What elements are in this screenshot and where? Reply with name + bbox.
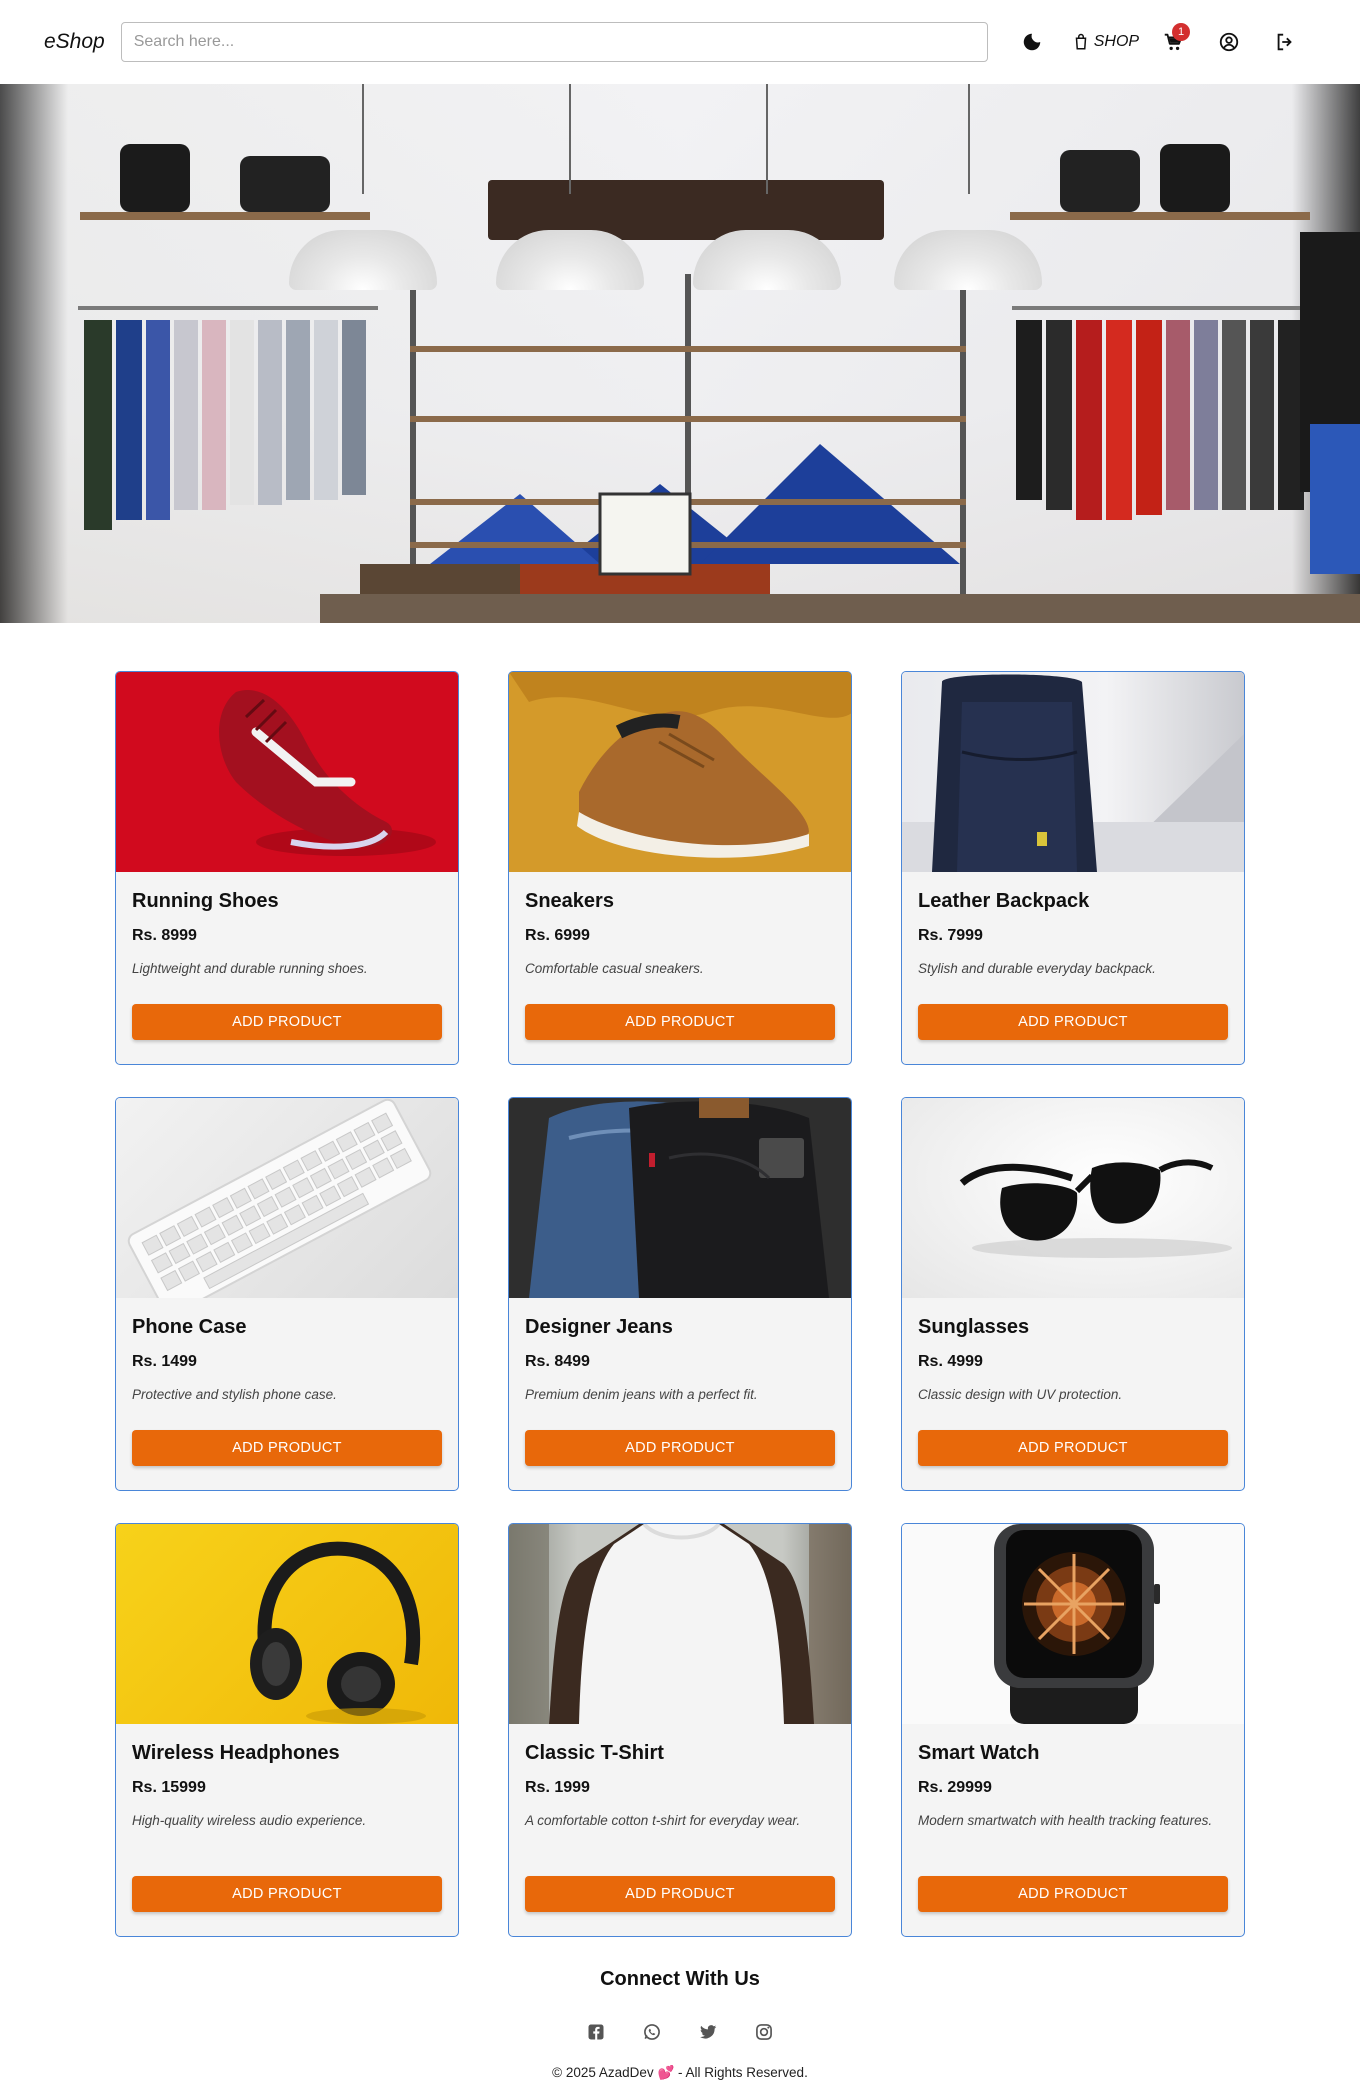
footer-title: Connect With Us bbox=[600, 1968, 760, 1990]
add-product-button[interactable]: ADD PRODUCT bbox=[918, 1876, 1228, 1912]
product-name: Smart Watch bbox=[918, 1742, 1040, 1764]
pendant-lamp bbox=[693, 230, 841, 290]
pendant-lamp bbox=[496, 230, 644, 290]
product-card: Smart Watch Rs. 29999 Modern smartwatch … bbox=[901, 1523, 1245, 1937]
product-price: Rs. 1499 bbox=[132, 1353, 197, 1370]
product-description: Modern smartwatch with health tracking f… bbox=[918, 1813, 1213, 1828]
product-image-designer-jeans bbox=[509, 1098, 851, 1298]
lamp-cord bbox=[569, 84, 571, 194]
product-description: A comfortable cotton t-shirt for everyda… bbox=[525, 1813, 801, 1828]
cart-button[interactable]: 1 bbox=[1153, 22, 1193, 62]
hero-decor bbox=[78, 144, 1360, 623]
hero-banner-image bbox=[0, 84, 1360, 623]
product-name: Running Shoes bbox=[132, 890, 279, 912]
copyright-prefix: © 2025 AzadDev bbox=[552, 2065, 654, 2080]
product-name: Sneakers bbox=[525, 890, 614, 912]
product-card: Designer Jeans Rs. 8499 Premium denim je… bbox=[508, 1097, 852, 1491]
whatsapp-link[interactable] bbox=[641, 2021, 663, 2043]
product-name: Leather Backpack bbox=[918, 890, 1090, 912]
product-image-leather-backpack bbox=[902, 672, 1244, 872]
product-description: Protective and stylish phone case. bbox=[132, 1387, 337, 1402]
product-description: Lightweight and durable running shoes. bbox=[132, 961, 368, 976]
whatsapp-icon bbox=[644, 2024, 660, 2040]
product-image-running-shoes bbox=[116, 672, 458, 872]
instagram-link[interactable] bbox=[753, 2021, 775, 2043]
cart-count-badge: 1 bbox=[1172, 23, 1191, 41]
product-grid: Running Shoes Rs. 8999 Lightweight and d… bbox=[115, 671, 1246, 1937]
product-price: Rs. 29999 bbox=[918, 1779, 992, 1796]
search-input[interactable] bbox=[120, 22, 988, 62]
product-name: Sunglasses bbox=[918, 1316, 1030, 1338]
product-name: Classic T-Shirt bbox=[525, 1742, 664, 1764]
instagram-icon bbox=[756, 2024, 772, 2040]
account-circle-icon bbox=[1219, 32, 1239, 52]
product-description: Classic design with UV protection. bbox=[918, 1387, 1123, 1402]
product-image-classic-tshirt bbox=[509, 1524, 851, 1724]
product-card: Leather Backpack Rs. 7999 Stylish and du… bbox=[901, 671, 1245, 1065]
product-image-sunglasses bbox=[902, 1098, 1244, 1298]
nav-icons: SHOP 1 bbox=[1004, 22, 1305, 62]
add-product-button[interactable]: ADD PRODUCT bbox=[132, 1876, 442, 1912]
add-product-button[interactable]: ADD PRODUCT bbox=[918, 1430, 1228, 1466]
lamp-cord bbox=[968, 84, 970, 194]
twitter-icon bbox=[700, 2025, 717, 2039]
product-image-sneakers bbox=[509, 672, 851, 872]
product-price: Rs. 6999 bbox=[525, 927, 590, 944]
account-button[interactable] bbox=[1209, 22, 1249, 62]
shopping-bag-icon bbox=[1075, 33, 1087, 50]
heart-icon: 💕 bbox=[657, 2065, 675, 2080]
logo[interactable]: eShop bbox=[44, 30, 105, 54]
shop-link[interactable]: SHOP bbox=[1072, 33, 1139, 51]
add-product-button[interactable]: ADD PRODUCT bbox=[132, 1430, 442, 1466]
product-description: Stylish and durable everyday backpack. bbox=[918, 961, 1156, 976]
add-product-button[interactable]: ADD PRODUCT bbox=[918, 1004, 1228, 1040]
pendant-lamp bbox=[894, 230, 1042, 290]
facebook-link[interactable] bbox=[585, 2021, 607, 2043]
copyright: © 2025 AzadDev 💕 - All Rights Reserved. bbox=[0, 2065, 1360, 2081]
product-description: Comfortable casual sneakers. bbox=[525, 961, 704, 976]
lamp-cord bbox=[766, 84, 768, 194]
social-links bbox=[0, 2021, 1360, 2043]
product-description: High-quality wireless audio experience. bbox=[132, 1813, 367, 1828]
product-image-wireless-headphones bbox=[116, 1524, 458, 1724]
product-card: Phone Case Rs. 1499 Protective and styli… bbox=[115, 1097, 459, 1491]
product-price: Rs. 4999 bbox=[918, 1353, 983, 1370]
shop-label: SHOP bbox=[1093, 33, 1140, 50]
facebook-icon bbox=[588, 2024, 604, 2040]
moon-icon bbox=[1023, 33, 1040, 51]
lamp-cord bbox=[362, 84, 364, 194]
logout-icon bbox=[1277, 33, 1292, 51]
product-name: Phone Case bbox=[132, 1316, 247, 1338]
product-card: Classic T-Shirt Rs. 1999 A comfortable c… bbox=[508, 1523, 852, 1937]
copyright-suffix: - All Rights Reserved. bbox=[678, 2065, 808, 2080]
product-price: Rs. 7999 bbox=[918, 927, 983, 944]
twitter-link[interactable] bbox=[697, 2021, 719, 2043]
dark-mode-toggle[interactable] bbox=[1012, 22, 1052, 62]
product-name: Designer Jeans bbox=[525, 1316, 673, 1338]
logout-button[interactable] bbox=[1265, 22, 1305, 62]
product-card: Running Shoes Rs. 8999 Lightweight and d… bbox=[115, 671, 459, 1065]
add-product-button[interactable]: ADD PRODUCT bbox=[525, 1004, 835, 1040]
footer: Connect With Us © 2025 AzadDev 💕 - All R… bbox=[0, 1968, 1360, 2081]
product-price: Rs. 8999 bbox=[132, 927, 197, 944]
product-name: Wireless Headphones bbox=[132, 1742, 340, 1764]
product-image-phone-case bbox=[116, 1098, 458, 1298]
product-description: Premium denim jeans with a perfect fit. bbox=[525, 1387, 758, 1402]
product-card: Sneakers Rs. 6999 Comfortable casual sne… bbox=[508, 671, 852, 1065]
add-product-button[interactable]: ADD PRODUCT bbox=[525, 1876, 835, 1912]
add-product-button[interactable]: ADD PRODUCT bbox=[525, 1430, 835, 1466]
product-price: Rs. 8499 bbox=[525, 1353, 590, 1370]
add-product-button[interactable]: ADD PRODUCT bbox=[132, 1004, 442, 1040]
app-header: eShop SHOP 1 bbox=[0, 0, 1360, 84]
product-card: Wireless Headphones Rs. 15999 High-quali… bbox=[115, 1523, 459, 1937]
product-price: Rs. 1999 bbox=[525, 1779, 590, 1796]
product-card: Sunglasses Rs. 4999 Classic design with … bbox=[901, 1097, 1245, 1491]
product-image-smart-watch bbox=[902, 1524, 1244, 1724]
product-price: Rs. 15999 bbox=[132, 1779, 206, 1796]
pendant-lamp bbox=[289, 230, 437, 290]
